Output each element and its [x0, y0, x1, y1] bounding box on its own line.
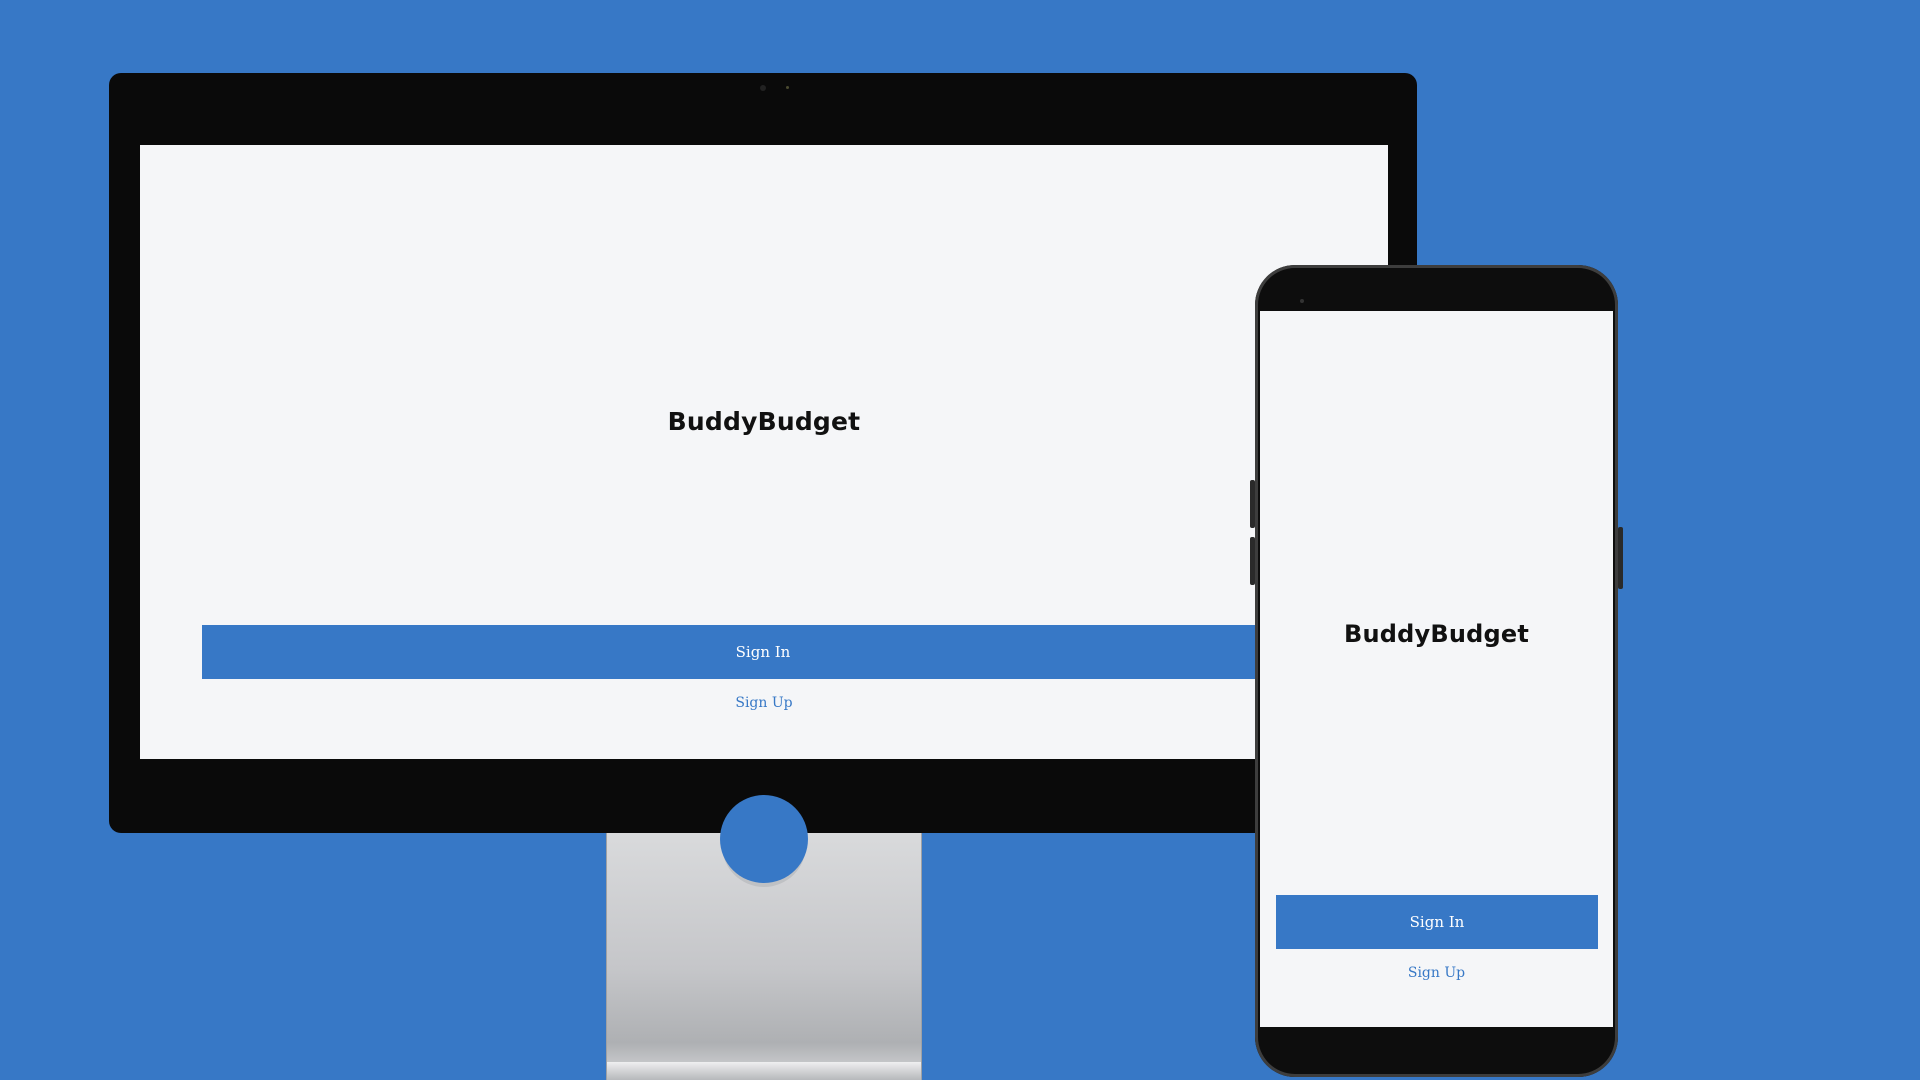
sign-up-link[interactable]: Sign Up [140, 695, 1388, 711]
volume-up-button [1250, 480, 1255, 528]
sign-in-button[interactable]: Sign In [1276, 895, 1598, 949]
camera-indicator-icon [786, 86, 789, 89]
monitor-stand [606, 795, 922, 1080]
app-title: BuddyBudget [1343, 620, 1530, 648]
sign-in-button[interactable]: Sign In [202, 625, 1324, 679]
front-camera-icon [1300, 299, 1304, 303]
sign-up-link[interactable]: Sign Up [1260, 965, 1613, 981]
desktop-monitor: BuddyBudget Sign In Sign Up [109, 73, 1417, 833]
mobile-phone: BuddyBudget Sign In Sign Up [1250, 265, 1623, 1077]
stand-base [607, 1062, 921, 1080]
volume-down-button [1250, 537, 1255, 585]
stand-cutout [720, 795, 808, 883]
phone-screen: BuddyBudget Sign In Sign Up [1260, 311, 1613, 1027]
power-button [1618, 527, 1623, 589]
desktop-screen: BuddyBudget Sign In Sign Up [140, 145, 1388, 759]
camera-icon [760, 85, 766, 91]
monitor-top-bezel [109, 73, 1417, 85]
app-title: BuddyBudget [667, 407, 861, 436]
